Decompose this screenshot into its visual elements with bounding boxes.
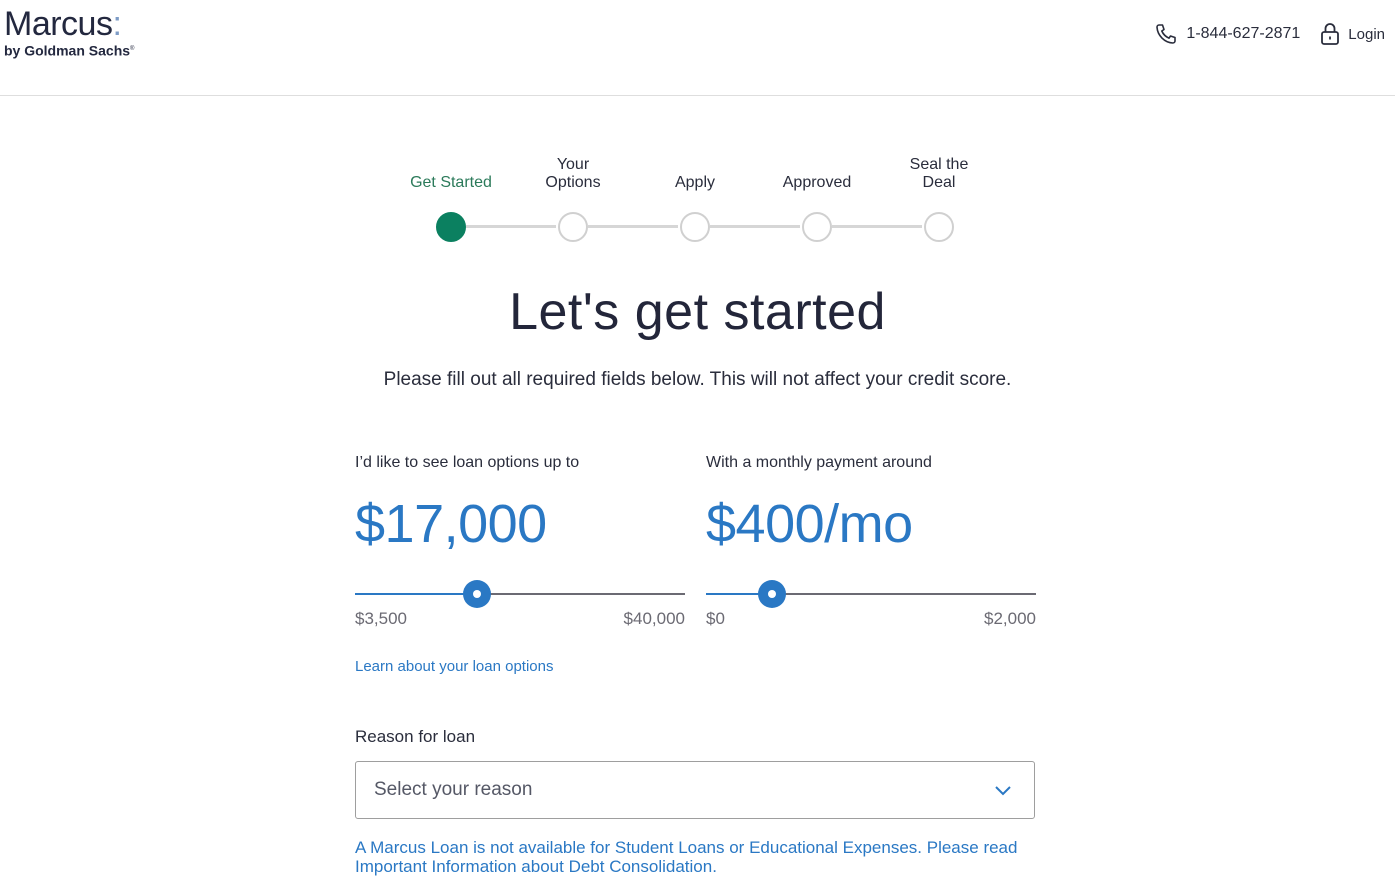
- monthly-payment-label: With a monthly payment around: [706, 454, 932, 471]
- step-indicator: [558, 212, 588, 242]
- loan-amount-min: $3,500: [355, 609, 407, 628]
- step-get-started: Get Started: [390, 150, 512, 250]
- step-indicator-active: [436, 212, 466, 242]
- logo-wordmark: Marcus: [4, 5, 113, 43]
- step-your-options: Your Options: [512, 150, 634, 250]
- monthly-payment-max: $2,000: [984, 609, 1036, 628]
- loan-amount-value: $17,000: [355, 494, 547, 554]
- progress-stepper: Get Started Your Options Apply Approved …: [390, 150, 1000, 250]
- phone-link[interactable]: 1-844-627-2871: [1154, 22, 1300, 46]
- loan-amount-max: $40,000: [623, 609, 685, 628]
- step-label: Approved: [782, 174, 852, 191]
- step-indicator: [924, 212, 954, 242]
- monthly-payment-min: $0: [706, 609, 725, 628]
- step-apply: Apply: [634, 150, 756, 250]
- step-seal-the-deal: Seal the Deal: [878, 150, 1000, 250]
- marcus-logo[interactable]: Marcus: by Goldman Sachs®: [4, 6, 134, 59]
- reason-select-placeholder: Select your reason: [374, 779, 533, 800]
- chevron-down-icon: [995, 786, 1011, 796]
- registered-mark: ®: [130, 46, 135, 52]
- monthly-payment-slider[interactable]: [706, 580, 1036, 608]
- step-label: Get Started: [410, 174, 492, 191]
- slider-thumb[interactable]: [758, 580, 786, 608]
- loan-notice: A Marcus Loan is not available for Stude…: [355, 838, 1018, 876]
- logo-subtitle: by Goldman Sachs: [4, 42, 131, 59]
- logo-colon: :: [112, 5, 122, 43]
- reason-label: Reason for loan: [355, 727, 476, 746]
- slider-thumb[interactable]: [463, 580, 492, 608]
- phone-icon: [1156, 24, 1177, 44]
- login-button[interactable]: Login: [1320, 22, 1385, 46]
- lock-icon: [1321, 23, 1340, 45]
- step-indicator: [802, 212, 832, 242]
- step-indicator: [680, 212, 710, 242]
- step-label: Apply: [674, 174, 716, 191]
- header-actions: 1-844-627-2871 Login: [1154, 20, 1385, 48]
- step-label: Your Options: [545, 156, 601, 191]
- phone-number: 1-844-627-2871: [1186, 25, 1301, 42]
- step-label: Seal the Deal: [909, 156, 969, 191]
- monthly-payment-section: With a monthly payment around $400/mo $0…: [706, 454, 1036, 629]
- page-title: Let's get started: [509, 283, 886, 341]
- monthly-payment-value: $400/mo: [706, 494, 913, 554]
- loan-amount-section: I’d like to see loan options up to $17,0…: [355, 454, 685, 629]
- reason-select[interactable]: Select your reason: [355, 761, 1035, 819]
- loan-amount-slider[interactable]: [355, 580, 685, 608]
- step-approved: Approved: [756, 150, 878, 250]
- page-subtitle: Please fill out all required fields belo…: [383, 369, 1012, 390]
- slider-track-fill[interactable]: [355, 593, 478, 595]
- site-header: Marcus: by Goldman Sachs® 1-844-627-2871…: [0, 0, 1395, 96]
- learn-loan-options-link[interactable]: Learn about your loan options: [355, 658, 553, 675]
- loan-amount-label: I’d like to see loan options up to: [355, 454, 580, 471]
- login-label: Login: [1348, 25, 1385, 43]
